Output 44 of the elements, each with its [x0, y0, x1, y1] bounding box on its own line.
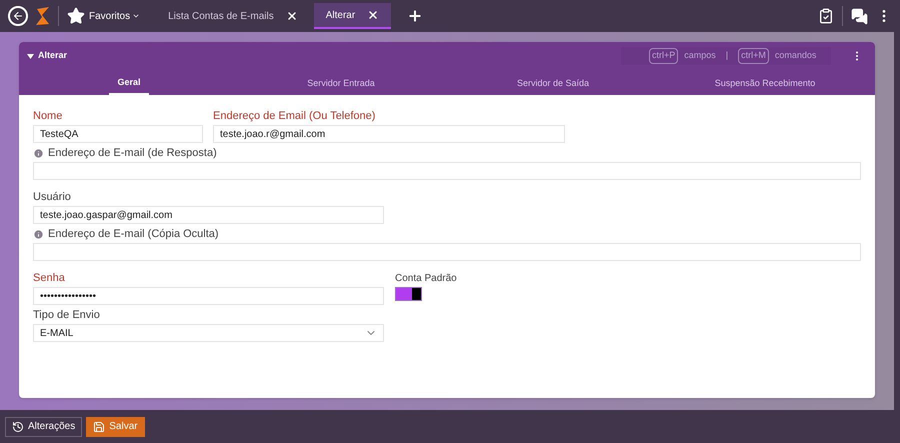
- shortcut-key: ctrl+M: [738, 48, 769, 64]
- favorites-menu[interactable]: Favoritos: [89, 8, 140, 24]
- add-tab-icon[interactable]: [407, 8, 424, 24]
- close-icon[interactable]: [286, 10, 298, 22]
- tab[interactable]: Alterar: [314, 3, 392, 29]
- chat-icon[interactable]: [851, 8, 868, 24]
- input-field[interactable]: TesteQA: [33, 125, 203, 143]
- input-field[interactable]: teste.joao.r@gmail.com: [213, 125, 565, 143]
- chevron-icon: [132, 12, 140, 20]
- back-button[interactable]: [8, 6, 28, 26]
- field-label: Endereço de E-mail (Cópia Oculta): [48, 226, 219, 242]
- clipboard-icon[interactable]: [818, 8, 834, 24]
- toggle-switch[interactable]: [395, 287, 422, 301]
- close-icon[interactable]: [367, 9, 380, 21]
- input-field[interactable]: teste.joao.gaspar@gmail.com: [33, 206, 384, 224]
- caret-icon: [27, 54, 34, 58]
- field-label: Endereço de E-mail (de Resposta): [48, 146, 217, 161]
- tab[interactable]: Servidor de Saída: [508, 73, 598, 95]
- select-field[interactable]: E-MAIL: [33, 324, 384, 342]
- shortcut-label: campos: [684, 49, 716, 62]
- field-label: Senha: [33, 270, 65, 286]
- history-icon: [12, 420, 24, 432]
- field-label: Tipo de Envio: [33, 308, 100, 323]
- input-field[interactable]: ••••••••••••••••: [33, 287, 384, 305]
- shortcut-label: comandos: [774, 49, 816, 62]
- logo-icon: [36, 7, 50, 25]
- tab[interactable]: Lista Contas de E-mails: [156, 3, 310, 29]
- back-icon: [12, 10, 24, 22]
- field-label: Endereço de Email (Ou Telefone): [213, 108, 376, 124]
- save-icon: [93, 420, 106, 432]
- field-label: Usuário: [33, 190, 71, 205]
- tab[interactable]: Suspensão Recebimento: [706, 73, 824, 95]
- save-button[interactable]: Salvar: [86, 416, 145, 436]
- input-field[interactable]: [33, 243, 861, 261]
- separator-text: |: [726, 49, 728, 62]
- tab[interactable]: Servidor Entrada: [299, 73, 383, 95]
- collapse-toggle[interactable]: Alterar: [27, 49, 68, 63]
- shortcut-key: ctrl+P: [649, 48, 678, 64]
- field-label: Conta Padrão: [395, 272, 457, 286]
- star-icon: [67, 7, 85, 25]
- input-field[interactable]: [33, 162, 861, 180]
- tab[interactable]: Geral: [109, 73, 148, 95]
- history-button[interactable]: Alterações: [5, 416, 82, 436]
- field-label: Nome: [33, 108, 62, 124]
